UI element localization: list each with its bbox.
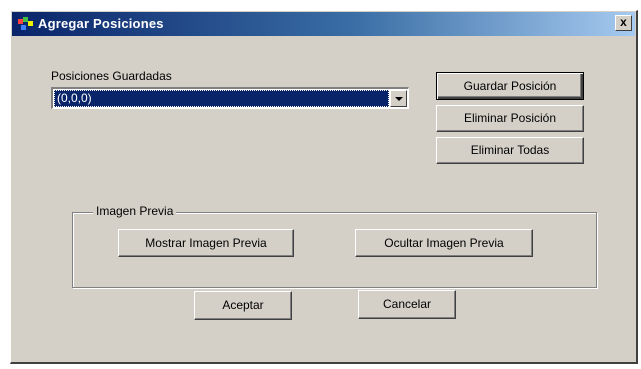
chevron-down-icon[interactable]: [390, 90, 407, 107]
positions-selected-value: (0,0,0): [54, 90, 389, 107]
title-bar[interactable]: Agregar Posiciones x: [12, 12, 635, 36]
cancel-button[interactable]: Cancelar: [358, 290, 456, 319]
save-position-button[interactable]: Guardar Posición: [436, 72, 584, 100]
app-icon: [18, 17, 33, 30]
close-button[interactable]: x: [615, 15, 632, 31]
positions-select[interactable]: (0,0,0): [51, 87, 409, 109]
delete-position-button[interactable]: Eliminar Posición: [436, 105, 584, 132]
positions-label: Posiciones Guardadas: [51, 69, 172, 83]
accept-button[interactable]: Aceptar: [194, 291, 292, 320]
preview-group-label: Imagen Previa: [93, 204, 177, 218]
dialog-window: Agregar Posiciones x Posiciones Guardada…: [10, 10, 638, 364]
window-title: Agregar Posiciones: [38, 16, 164, 31]
hide-preview-button[interactable]: Ocultar Imagen Previa: [355, 229, 533, 257]
close-icon: x: [620, 15, 627, 29]
show-preview-button[interactable]: Mostrar Imagen Previa: [118, 229, 294, 257]
delete-all-button[interactable]: Eliminar Todas: [436, 137, 584, 164]
